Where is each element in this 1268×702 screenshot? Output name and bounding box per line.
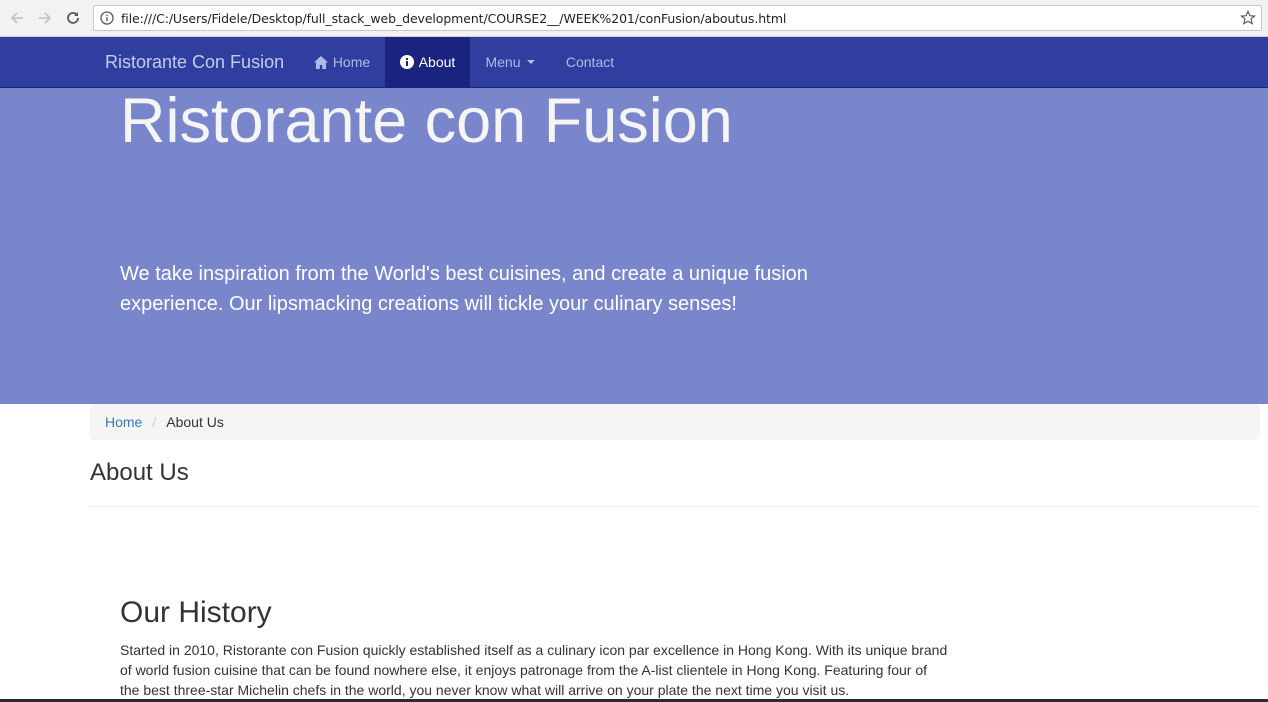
page-title: About Us: [90, 459, 189, 486]
nav-home[interactable]: Home: [300, 37, 384, 87]
breadcrumb: Home / About Us: [90, 404, 1260, 440]
breadcrumb-home-link[interactable]: Home: [105, 414, 142, 430]
home-icon: [313, 55, 328, 69]
arrow-right-icon: [39, 12, 52, 24]
history-text: Started in 2010, Ristorante con Fusion q…: [120, 642, 948, 698]
info-icon[interactable]: [100, 11, 114, 25]
breadcrumb-separator: /: [152, 414, 157, 430]
star-icon[interactable]: [1240, 10, 1256, 26]
nav-home-label: Home: [332, 54, 371, 70]
navbar-brand[interactable]: Ristorante Con Fusion: [105, 52, 284, 73]
history-title: Our History: [120, 596, 272, 629]
jumbotron: Ristorante con Fusion We take inspiratio…: [0, 88, 1268, 404]
nav-menu-dropdown[interactable]: Menu: [470, 37, 550, 87]
nav-menu-label: Menu: [485, 54, 521, 70]
back-button[interactable]: [6, 7, 28, 29]
arrow-left-icon: [10, 12, 23, 24]
nav-about-label: About: [418, 54, 456, 70]
info-circle-icon: [399, 55, 414, 69]
breadcrumb-current: About Us: [166, 414, 224, 430]
reload-button[interactable]: [62, 7, 84, 29]
address-bar[interactable]: file:///C:/Users/Fidele/Desktop/full_sta…: [93, 5, 1262, 31]
caret-down-icon: [526, 60, 535, 64]
jumbotron-text: We take inspiration from the World's bes…: [120, 263, 808, 315]
nav-contact[interactable]: Contact: [550, 37, 630, 87]
breadcrumb-home[interactable]: Home: [105, 414, 142, 430]
jumbotron-title: Ristorante con Fusion: [120, 86, 733, 156]
divider: [90, 506, 1260, 507]
reload-icon: [67, 12, 79, 24]
site-navbar: Ristorante Con Fusion Home About Menu Co…: [0, 37, 1268, 88]
nav-about[interactable]: About: [385, 37, 470, 87]
browser-toolbar: file:///C:/Users/Fidele/Desktop/full_sta…: [0, 0, 1268, 37]
url-text[interactable]: file:///C:/Users/Fidele/Desktop/full_sta…: [121, 11, 786, 26]
nav-contact-label: Contact: [565, 54, 615, 70]
forward-button[interactable]: [34, 7, 56, 29]
